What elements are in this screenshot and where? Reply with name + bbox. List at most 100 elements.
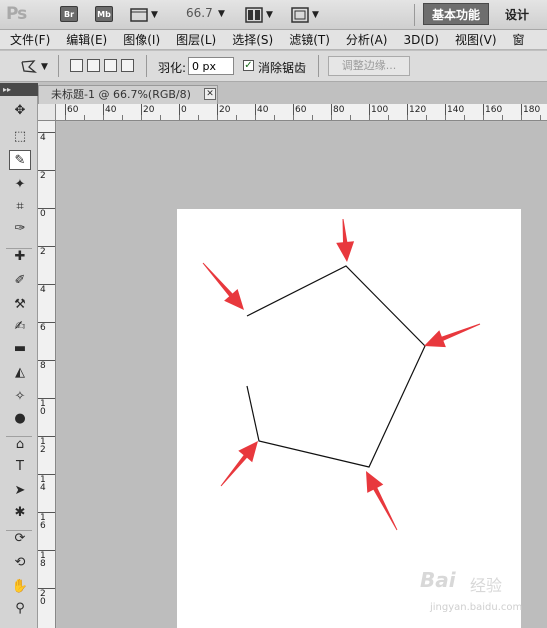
clone-stamp-icon[interactable]: ⚒: [9, 294, 31, 314]
ruler-minor-tick: [426, 115, 427, 120]
new-selection-button[interactable]: [70, 59, 83, 72]
chevron-down-icon: ▼: [151, 10, 158, 20]
document-canvas[interactable]: [177, 209, 521, 628]
chevron-down-icon: ▼: [41, 62, 48, 72]
ruler-minor-tick: [84, 115, 85, 120]
ruler-tick-label: 60: [295, 105, 307, 115]
menu-3d[interactable]: 3D(D): [403, 33, 438, 47]
menu-file[interactable]: 文件(F): [10, 31, 50, 48]
document-tab[interactable]: 未标题-1 @ 66.7%(RGB/8): [38, 85, 218, 104]
watermark-text: 经验: [470, 576, 503, 595]
zoom-chevron-down-icon[interactable]: ▼: [218, 9, 225, 19]
ruler-minor-tick: [312, 115, 313, 120]
healing-brush-icon[interactable]: ✚: [9, 246, 31, 266]
menu-filter[interactable]: 滤镜(T): [289, 31, 330, 48]
horizontal-ruler[interactable]: 60 40 20 0 20 40 60 80 100 120 140 160 180: [56, 104, 547, 121]
history-brush-icon[interactable]: ✍: [9, 316, 31, 336]
close-icon[interactable]: ✕: [204, 88, 216, 100]
ruler-major-tick: [38, 284, 55, 285]
menu-bar: 文件(F) 编辑(E) 图像(I) 图层(L) 选择(S) 滤镜(T) 分析(A…: [0, 30, 547, 50]
brush-icon[interactable]: ✐: [9, 270, 31, 290]
ruler-tick-label: 140: [447, 105, 465, 115]
ruler-tick-label: 180: [523, 105, 541, 115]
ruler-tick-label: 12: [40, 437, 46, 455]
divider: [318, 55, 319, 77]
ruler-minor-tick: [65, 115, 66, 120]
ruler-minor-tick: [388, 115, 389, 120]
view-extras-dropdown[interactable]: ▼: [130, 5, 158, 25]
menu-layer[interactable]: 图层(L): [176, 31, 216, 48]
polygonal-lasso-icon[interactable]: ✎: [9, 150, 31, 170]
ruler-tick-label: 8: [40, 361, 46, 371]
tool-preset-picker[interactable]: ▼: [20, 57, 48, 77]
menu-view[interactable]: 视图(V): [455, 31, 497, 48]
divider: [414, 4, 415, 26]
ruler-tick-label: 120: [409, 105, 427, 115]
bridge-button[interactable]: Br: [60, 6, 78, 22]
eyedropper-icon[interactable]: ✑: [9, 218, 31, 238]
arrange-documents-dropdown[interactable]: ▼: [245, 5, 273, 25]
workspace-essentials-button[interactable]: 基本功能: [423, 3, 489, 25]
hand-icon[interactable]: ✋: [9, 576, 31, 596]
zoom-icon[interactable]: ⚲: [9, 598, 31, 618]
marquee-icon[interactable]: ⬚: [9, 126, 31, 146]
chevron-down-icon: ▼: [266, 10, 273, 20]
type-icon[interactable]: T: [9, 456, 31, 476]
refine-edge-button[interactable]: 调整边缘...: [328, 56, 410, 76]
path-select-icon[interactable]: ➤: [9, 480, 31, 500]
antialias-checkbox[interactable]: ✓: [243, 60, 254, 71]
watermark-url: jingyan.baidu.com: [430, 602, 523, 613]
shape-icon[interactable]: ✱: [9, 502, 31, 522]
tools-panel-header[interactable]: ▸▸: [0, 83, 38, 96]
ruler-tick-label: 18: [40, 551, 46, 569]
ruler-minor-tick: [274, 115, 275, 120]
ruler-tick-label: 2: [40, 247, 46, 257]
menu-select[interactable]: 选择(S): [232, 31, 273, 48]
quick-select-icon[interactable]: ✦: [9, 174, 31, 194]
ruler-minor-tick: [502, 115, 503, 120]
ruler-minor-tick: [540, 115, 541, 120]
ruler-major-tick: [38, 398, 55, 399]
view-extras-icon: [130, 8, 148, 22]
menu-analysis[interactable]: 分析(A): [346, 31, 388, 48]
watermark-logo: Bai: [420, 568, 456, 592]
zoom-level[interactable]: 66.7: [186, 6, 213, 20]
3d-rotate-icon[interactable]: ⟳: [9, 528, 31, 548]
subtract-from-selection-button[interactable]: [104, 59, 117, 72]
ruler-minor-tick: [483, 115, 484, 120]
tools-panel: ▸▸ ✥ ⬚ ✎ ✦ ⌗ ✑ ✚ ✐ ⚒ ✍ ▬ ◭ ✧ ● ⌂ T ➤ ✱ ⟳ ⟲ ✋ ⚲: [0, 83, 38, 628]
ruler-major-tick: [38, 550, 55, 551]
vertical-ruler[interactable]: 4 2 0 2 4 6 8 10 12 14 16 18 20: [38, 121, 56, 628]
ruler-minor-tick: [160, 115, 161, 120]
pen-icon[interactable]: ⌂: [9, 434, 31, 454]
intersect-selection-button[interactable]: [121, 59, 134, 72]
tool-divider: [6, 248, 32, 249]
workspace-design-button[interactable]: 设计: [505, 6, 529, 23]
ruler-tick-label: 14: [40, 475, 46, 493]
polygonal-lasso-icon: [21, 60, 38, 73]
menu-image[interactable]: 图像(I): [123, 31, 160, 48]
application-bar: Ps Br Mb ▼ 66.7 ▼ ▼ ▼ 基本功能 设计: [0, 0, 547, 30]
paint-bucket-icon[interactable]: ◭: [9, 362, 31, 382]
dodge-icon[interactable]: ●: [9, 408, 31, 428]
blur-icon[interactable]: ✧: [9, 386, 31, 406]
ruler-minor-tick: [464, 115, 465, 120]
ruler-minor-tick: [293, 115, 294, 120]
3d-orbit-icon[interactable]: ⟲: [9, 552, 31, 572]
ruler-major-tick: [38, 208, 55, 209]
add-to-selection-button[interactable]: [87, 59, 100, 72]
ruler-major-tick: [38, 512, 55, 513]
feather-input[interactable]: [188, 57, 234, 75]
ruler-minor-tick: [331, 115, 332, 120]
menu-window[interactable]: 窗: [513, 31, 525, 48]
crop-icon[interactable]: ⌗: [9, 196, 31, 216]
ruler-origin[interactable]: [38, 104, 56, 121]
screen-mode-dropdown[interactable]: ▼: [291, 5, 319, 25]
photoshop-logo: Ps: [6, 4, 27, 24]
mini-bridge-button[interactable]: Mb: [95, 6, 113, 22]
menu-edit[interactable]: 编辑(E): [66, 31, 107, 48]
move-icon[interactable]: ✥: [9, 100, 31, 120]
ruler-tick-label: 80: [333, 105, 345, 115]
eraser-icon[interactable]: ▬: [9, 338, 31, 358]
ruler-tick-label: 40: [105, 105, 117, 115]
